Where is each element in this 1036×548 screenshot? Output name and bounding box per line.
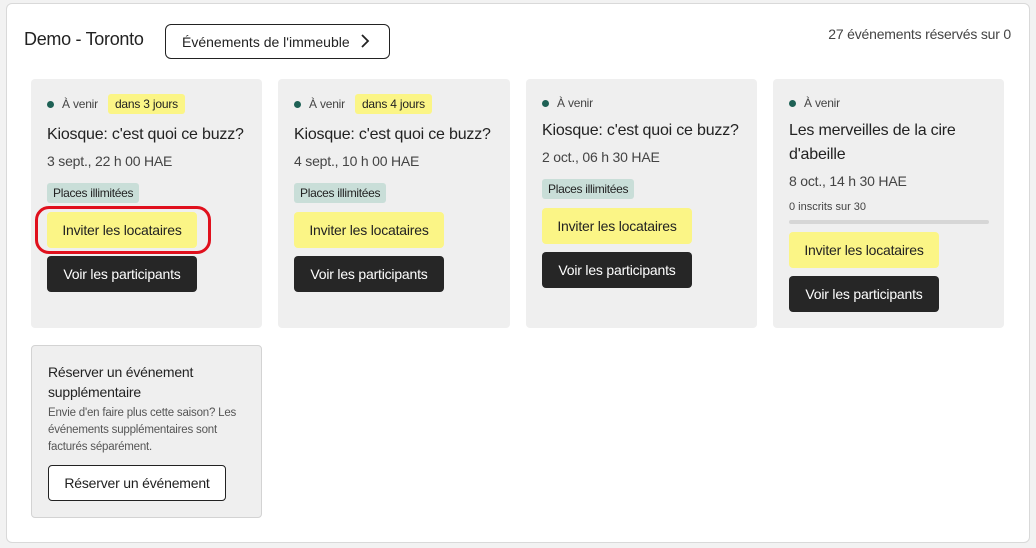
event-date: 2 oct., 06 h 30 HAE: [542, 149, 660, 165]
invite-tenants-button[interactable]: Inviter les locataires: [789, 232, 939, 268]
days-until-badge: dans 3 jours: [107, 94, 185, 114]
view-participants-button[interactable]: Voir les participants: [542, 252, 692, 288]
event-status: À venir: [62, 97, 98, 111]
event-title: Kiosque: c'est quoi ce buzz?: [542, 122, 739, 139]
chevron-right-icon: [361, 34, 370, 48]
event-card: À venir dans 4 jours Kiosque: c'est quoi…: [278, 79, 510, 328]
event-status: À venir: [309, 97, 345, 111]
event-date: 3 sept., 22 h 00 HAE: [47, 153, 173, 169]
extra-event-card: Réserver un événement supplémentaire Env…: [31, 345, 262, 518]
reserved-events-count: 27 événements réservés sur 0: [828, 26, 1011, 42]
event-title: Kiosque: c'est quoi ce buzz?: [47, 126, 244, 143]
status-dot-icon: [542, 99, 549, 107]
event-title: Kiosque: c'est quoi ce buzz?: [294, 126, 491, 143]
event-card: À venir Les merveilles de la cire d'abei…: [773, 79, 1004, 328]
event-date: 8 oct., 14 h 30 HAE: [789, 173, 907, 189]
view-participants-button[interactable]: Voir les participants: [47, 256, 197, 292]
event-status: À venir: [557, 96, 593, 110]
building-title: Demo - Toronto: [24, 29, 144, 49]
invite-tenants-button[interactable]: Inviter les locataires: [294, 212, 444, 248]
capacity-badge: Places illimitées: [542, 179, 635, 199]
invite-tenants-button[interactable]: Inviter les locataires: [542, 208, 692, 244]
view-participants-button[interactable]: Voir les participants: [294, 256, 444, 292]
status-dot-icon: [789, 99, 796, 107]
registrations-progress-bar: [789, 220, 989, 224]
invite-tenants-button[interactable]: Inviter les locataires: [47, 212, 197, 248]
capacity-badge: Places illimitées: [47, 183, 140, 203]
reserve-event-button[interactable]: Réserver un événement: [48, 465, 226, 501]
extra-event-title: Réserver un événement supplémentaire: [48, 364, 194, 400]
event-title: Les merveilles de la cire d'abeille: [789, 122, 956, 163]
building-events-label: Événements de l'immeuble: [182, 33, 350, 50]
building-events-button[interactable]: Événements de l'immeuble: [165, 24, 390, 59]
status-dot-icon: [47, 100, 54, 108]
view-participants-button[interactable]: Voir les participants: [789, 276, 939, 312]
event-card: À venir Kiosque: c'est quoi ce buzz? 2 o…: [526, 79, 757, 328]
event-card: À venir dans 3 jours Kiosque: c'est quoi…: [31, 79, 262, 328]
capacity-badge: Places illimitées: [294, 183, 387, 203]
extra-event-description: Envie d'en faire plus cette saison? Les …: [48, 407, 237, 453]
event-date: 4 sept., 10 h 00 HAE: [294, 153, 420, 169]
event-status: À venir: [804, 96, 840, 110]
days-until-badge: dans 4 jours: [354, 94, 432, 114]
registrations-count: 0 inscrits sur 30: [789, 201, 867, 213]
status-dot-icon: [294, 100, 301, 108]
